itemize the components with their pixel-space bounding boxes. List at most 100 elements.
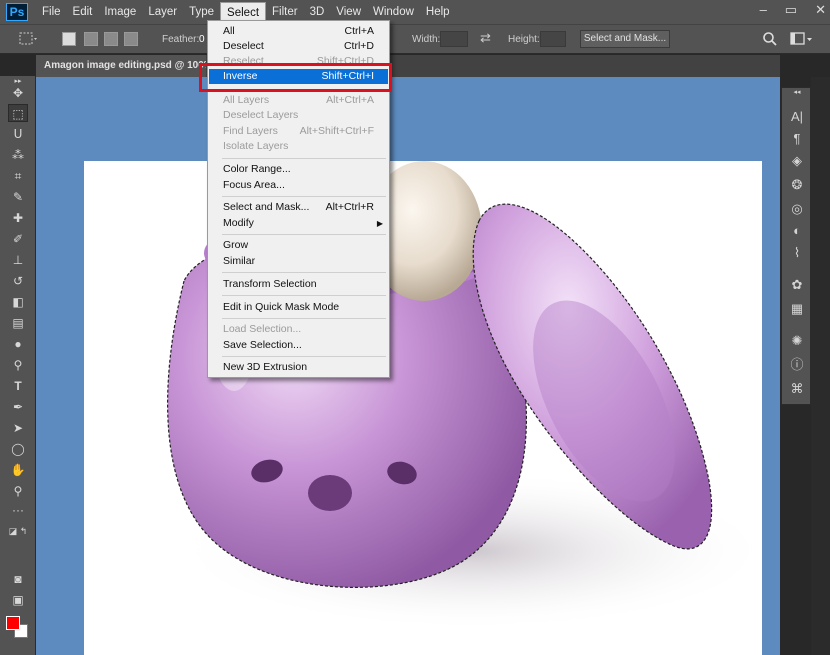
brush-tool-icon[interactable]: ✐ bbox=[8, 230, 28, 248]
gradient-tool-icon[interactable]: ▤ bbox=[8, 314, 28, 332]
hand-tool-icon[interactable]: ✋ bbox=[8, 461, 28, 479]
layers-panel-icon[interactable]: ◈ bbox=[787, 152, 807, 170]
menu-separator bbox=[222, 196, 386, 197]
menu-item-deselect[interactable]: Deselect Ctrl+D bbox=[209, 39, 388, 54]
dodge-tool-icon[interactable]: ⚲ bbox=[8, 356, 28, 374]
menu-item-focus-area[interactable]: Focus Area... bbox=[209, 178, 388, 193]
new-selection-icon[interactable] bbox=[62, 32, 76, 46]
menu-filter[interactable]: Filter bbox=[266, 2, 304, 22]
swap-dimensions-icon[interactable]: ⇄ bbox=[480, 30, 491, 46]
brush-presets-panel-icon[interactable]: ⌇ bbox=[787, 244, 807, 262]
menu-layer[interactable]: Layer bbox=[142, 2, 183, 22]
quick-mask-icon[interactable]: ◙ bbox=[8, 570, 28, 588]
crop-tool-icon[interactable]: ⌗ bbox=[8, 167, 28, 185]
annotation-highlight-box bbox=[199, 63, 392, 92]
expand-panels-icon[interactable]: ◂◂ bbox=[787, 88, 807, 98]
menu-3d[interactable]: 3D bbox=[304, 2, 331, 22]
menu-item-new-3d-extrusion[interactable]: New 3D Extrusion bbox=[209, 360, 388, 375]
lasso-tool-icon[interactable]: ᑌ bbox=[8, 125, 28, 143]
menu-item-all-layers[interactable]: All Layers Alt+Ctrl+A bbox=[209, 93, 388, 108]
add-to-selection-icon[interactable] bbox=[84, 32, 98, 46]
select-and-mask-button[interactable]: Select and Mask... bbox=[580, 30, 670, 48]
pen-tool-icon[interactable]: ✒ bbox=[8, 398, 28, 416]
feather-value[interactable]: 0 bbox=[199, 34, 205, 45]
menu-help[interactable]: Help bbox=[420, 2, 456, 22]
adjustments-panel-icon[interactable]: ◐ bbox=[787, 222, 807, 240]
menu-image[interactable]: Image bbox=[98, 2, 142, 22]
panel-dock: ◂◂ A| ¶ ◈ ❂ ◎ ◐ ⌇ ✿ ▦ ✺ ⓘ ⌘ bbox=[781, 87, 811, 405]
type-tool-icon[interactable]: T bbox=[8, 377, 28, 395]
menu-separator bbox=[222, 272, 386, 273]
navigator-panel-icon[interactable]: ▦ bbox=[787, 300, 807, 318]
menu-item-save-selection[interactable]: Save Selection... bbox=[209, 338, 388, 353]
menu-view[interactable]: View bbox=[330, 2, 367, 22]
menu-select[interactable]: Select bbox=[220, 2, 267, 22]
height-input[interactable] bbox=[540, 31, 566, 47]
menu-item-modify[interactable]: Modify ▶ bbox=[209, 216, 388, 231]
menu-item-load-selection[interactable]: Load Selection... bbox=[209, 322, 388, 337]
document-tab[interactable]: Amagon image editing.psd @ 100% ( bbox=[36, 55, 206, 77]
height-label: Height: bbox=[508, 34, 540, 45]
menu-file[interactable]: File bbox=[36, 2, 67, 22]
close-icon[interactable]: ✕ bbox=[815, 2, 826, 18]
options-bar: Feather: 0 Width: ⇄ Height: Select and M… bbox=[0, 24, 830, 54]
menu-separator bbox=[222, 318, 386, 319]
menu-window[interactable]: Window bbox=[367, 2, 420, 22]
menu-edit[interactable]: Edit bbox=[67, 2, 99, 22]
photoshop-logo: Ps bbox=[6, 3, 28, 21]
menu-item-select-and-mask[interactable]: Select and Mask... Alt+Ctrl+R bbox=[209, 200, 388, 215]
3d-panel-icon[interactable]: ✺ bbox=[787, 332, 807, 350]
screen-mode-icon[interactable]: ▣ bbox=[8, 591, 28, 609]
properties-panel-icon[interactable]: ⌘ bbox=[787, 380, 807, 398]
menu-separator bbox=[222, 295, 386, 296]
menu-item-grow[interactable]: Grow bbox=[209, 238, 388, 253]
path-selection-tool-icon[interactable]: ➤ bbox=[8, 419, 28, 437]
eyedropper-tool-icon[interactable]: ✎ bbox=[8, 188, 28, 206]
subtract-from-selection-icon[interactable] bbox=[104, 32, 118, 46]
menu-item-all[interactable]: All Ctrl+A bbox=[209, 24, 388, 39]
menu-item-quick-mask[interactable]: Edit in Quick Mask Mode bbox=[209, 300, 388, 315]
ellipse-tool-icon[interactable]: ◯ bbox=[8, 440, 28, 458]
magic-wand-tool-icon[interactable]: ⁂ bbox=[8, 146, 28, 164]
character-panel-icon[interactable]: A| bbox=[787, 108, 807, 126]
menu-item-similar[interactable]: Similar bbox=[209, 254, 388, 269]
document-tab-bar: Amagon image editing.psd @ 100% ( bbox=[36, 55, 780, 77]
submenu-arrow-icon: ▶ bbox=[376, 219, 383, 228]
hole-center bbox=[308, 475, 352, 511]
rectangular-marquee-tool-icon[interactable]: ⬚ bbox=[8, 104, 28, 122]
menu-separator bbox=[222, 234, 386, 235]
clone-stamp-tool-icon[interactable]: ⊥ bbox=[8, 251, 28, 269]
restore-icon[interactable]: ▭ bbox=[785, 2, 797, 18]
default-colors-icon[interactable]: ◪ ↰ bbox=[8, 522, 28, 540]
eraser-tool-icon[interactable]: ◧ bbox=[8, 293, 28, 311]
menu-item-transform-selection[interactable]: Transform Selection bbox=[209, 277, 388, 292]
menu-separator bbox=[222, 158, 386, 159]
document-canvas[interactable] bbox=[84, 161, 774, 655]
blur-tool-icon[interactable]: ● bbox=[8, 335, 28, 353]
menu-item-deselect-layers[interactable]: Deselect Layers bbox=[209, 108, 388, 123]
width-input[interactable] bbox=[440, 31, 468, 47]
intersect-selection-icon[interactable] bbox=[124, 32, 138, 46]
more-tools-icon[interactable]: ··· bbox=[8, 501, 28, 519]
info-panel-icon[interactable]: ⓘ bbox=[787, 356, 807, 374]
swatches-panel-icon[interactable]: ✿ bbox=[787, 276, 807, 294]
menu-type[interactable]: Type bbox=[183, 2, 220, 22]
menu-item-isolate-layers[interactable]: Isolate Layers bbox=[209, 139, 388, 154]
search-icon[interactable] bbox=[762, 31, 778, 47]
menu-separator bbox=[222, 356, 386, 357]
product-image bbox=[167, 161, 774, 631]
foreground-color-swatch[interactable] bbox=[6, 616, 20, 630]
paths-panel-icon[interactable]: ◎ bbox=[787, 200, 807, 218]
marquee-tool-preset-icon[interactable] bbox=[18, 31, 38, 47]
zoom-tool-icon[interactable]: ⚲ bbox=[8, 482, 28, 500]
history-brush-tool-icon[interactable]: ↺ bbox=[8, 272, 28, 290]
channels-panel-icon[interactable]: ❂ bbox=[787, 176, 807, 194]
move-tool-icon[interactable]: ✥ bbox=[8, 84, 28, 102]
minimize-icon[interactable]: – bbox=[760, 2, 767, 18]
healing-brush-tool-icon[interactable]: ✚ bbox=[8, 209, 28, 227]
workspace-icon[interactable] bbox=[790, 31, 814, 47]
menu-item-color-range[interactable]: Color Range... bbox=[209, 162, 388, 177]
canvas-area[interactable] bbox=[36, 77, 780, 655]
menu-item-find-layers[interactable]: Find Layers Alt+Shift+Ctrl+F bbox=[209, 124, 388, 139]
paragraph-panel-icon[interactable]: ¶ bbox=[787, 130, 807, 148]
